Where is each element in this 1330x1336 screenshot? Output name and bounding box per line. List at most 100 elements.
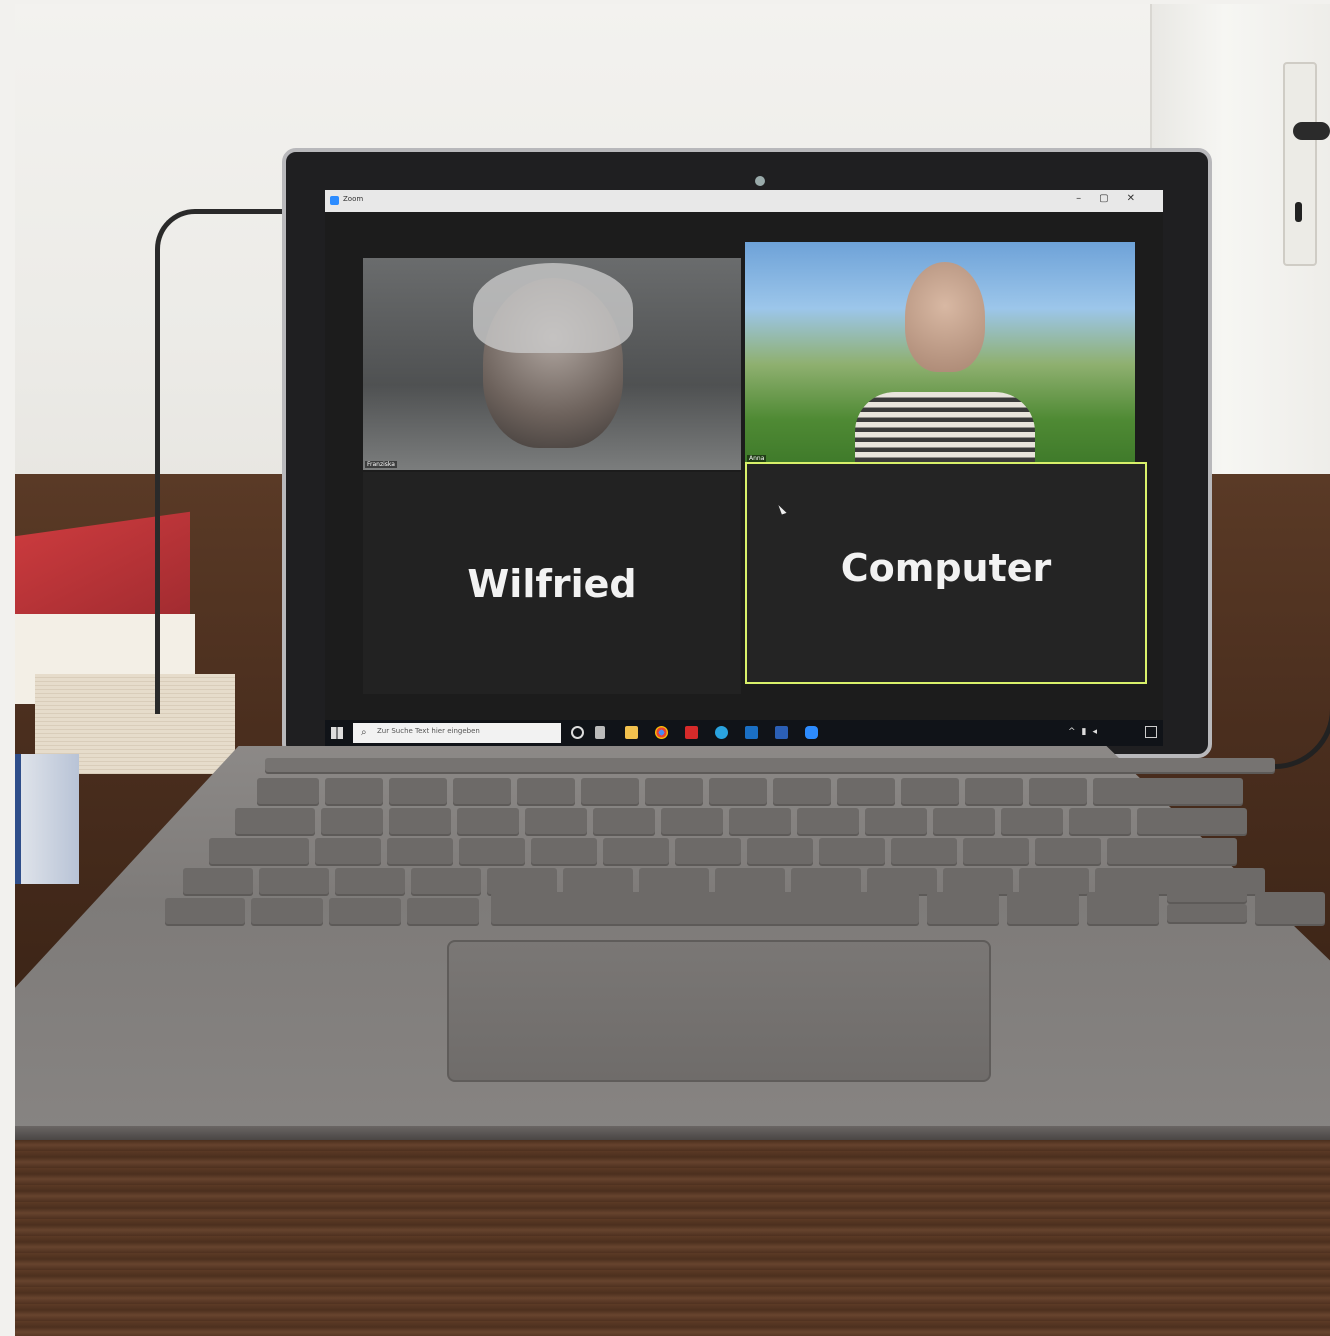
key[interactable] [729,808,791,834]
key[interactable] [1069,808,1131,834]
window-controls[interactable]: –▢✕ [1076,193,1153,204]
word-icon[interactable] [775,726,788,739]
key[interactable] [453,778,511,804]
trackpad[interactable] [447,940,991,1082]
key[interactable] [321,808,383,834]
key[interactable] [661,808,723,834]
zoom-titlebar: Zoom –▢✕ [325,190,1163,212]
key[interactable] [1001,808,1063,834]
outlook-icon[interactable] [745,726,758,739]
chrome-icon[interactable] [655,726,668,739]
key[interactable] [315,838,381,864]
system-tray-icons[interactable]: ^▮◂ [1068,727,1103,737]
telegram-icon[interactable] [715,726,728,739]
name-tile-computer-active-speaker[interactable]: Computer [745,462,1147,684]
key[interactable] [867,868,937,894]
key[interactable] [747,838,813,864]
key[interactable] [407,898,479,924]
key[interactable] [183,868,253,894]
key[interactable] [459,838,525,864]
key[interactable] [1087,892,1159,924]
key[interactable] [1093,778,1243,804]
key[interactable] [259,868,329,894]
windows-start-icon[interactable] [331,727,343,739]
key[interactable] [819,838,885,864]
key[interactable] [411,868,481,894]
participant-display-name: Computer [840,546,1052,590]
webcam [755,176,765,186]
key[interactable] [901,778,959,804]
key[interactable] [593,808,655,834]
key[interactable] [1167,904,1247,922]
key[interactable] [387,838,453,864]
key[interactable] [837,778,895,804]
key[interactable] [457,808,519,834]
key[interactable] [209,838,309,864]
key[interactable] [943,868,1013,894]
participant-video-face [905,262,985,372]
acrobat-icon[interactable] [685,726,698,739]
key[interactable] [1107,838,1237,864]
name-tile-wilfried[interactable]: Wilfried [363,472,741,694]
key[interactable] [525,808,587,834]
key[interactable] [603,838,669,864]
key[interactable] [531,838,597,864]
key[interactable] [933,808,995,834]
key[interactable] [517,778,575,804]
key[interactable] [891,838,957,864]
key[interactable] [1035,838,1101,864]
video-tile-franziska[interactable]: Franziska [363,258,741,470]
key[interactable] [773,778,831,804]
book-blue [15,754,79,884]
key[interactable] [265,758,1275,772]
key[interactable] [257,778,319,804]
key[interactable] [165,898,245,924]
taskbar-search-box[interactable]: ⌕ Zur Suche Text hier eingeben [353,723,561,743]
door-handle [1293,122,1330,140]
key[interactable] [709,778,767,804]
video-tile-anna[interactable]: Anna [745,242,1135,464]
key[interactable] [965,778,1023,804]
participant-name-label: Anna [747,455,767,462]
key[interactable] [251,898,323,924]
key[interactable] [1137,808,1247,834]
key[interactable] [715,868,785,894]
key[interactable] [487,868,557,894]
key[interactable] [645,778,703,804]
key[interactable] [963,838,1029,864]
key[interactable] [581,778,639,804]
key[interactable] [865,808,927,834]
key[interactable] [1255,892,1325,924]
participant-display-name: Wilfried [467,562,637,606]
cortana-icon[interactable] [571,726,584,739]
task-view-icon[interactable] [595,726,605,739]
participant-name-label: Franziska [365,461,397,468]
laptop-screen: Zoom –▢✕ Franziska Anna Wilfried Compute… [325,190,1163,746]
key[interactable] [1167,884,1247,902]
participant-video-body [855,392,1035,464]
key[interactable] [797,808,859,834]
keyboard-front-edge [15,1126,1330,1140]
key[interactable] [329,898,401,924]
door-handle-plate [1283,62,1317,266]
space-bar[interactable] [491,892,919,924]
key[interactable] [235,808,315,834]
key[interactable] [389,778,447,804]
key[interactable] [563,868,633,894]
file-explorer-icon[interactable] [625,726,638,739]
key[interactable] [791,868,861,894]
key[interactable] [1029,778,1087,804]
photo-scene: Zoom –▢✕ Franziska Anna Wilfried Compute… [15,4,1330,1336]
key[interactable] [1007,892,1079,924]
keyboard [165,754,1325,934]
key[interactable] [1019,868,1089,894]
key[interactable] [927,892,999,924]
key[interactable] [639,868,709,894]
notification-center-icon[interactable] [1145,726,1157,738]
key[interactable] [325,778,383,804]
zoom-taskbar-icon[interactable] [805,726,818,739]
key[interactable] [675,838,741,864]
key[interactable] [335,868,405,894]
key[interactable] [389,808,451,834]
app-title: Zoom [343,195,364,203]
